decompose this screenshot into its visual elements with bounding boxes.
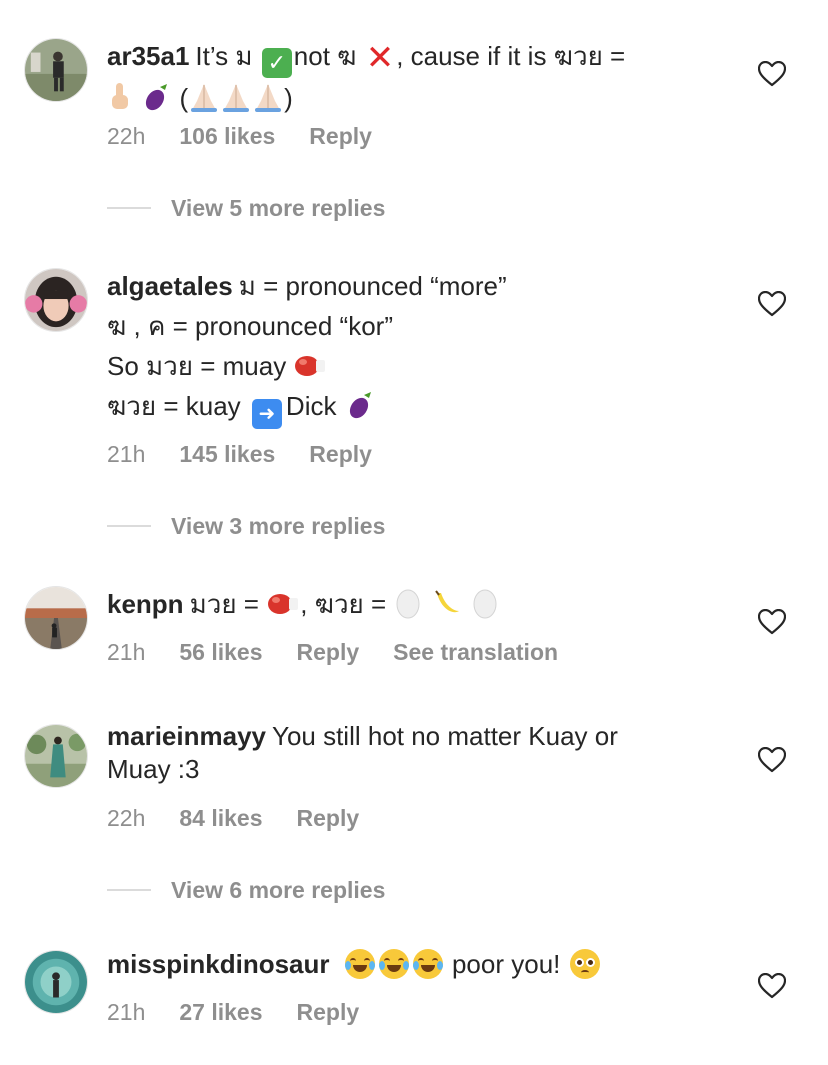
view-replies-label: View 6 more replies	[171, 876, 386, 903]
avatar[interactable]	[24, 38, 88, 102]
view-more-replies-button[interactable]: View 6 more replies	[107, 874, 385, 906]
comment-username[interactable]: marieinmayy	[107, 721, 266, 751]
reply-button[interactable]: Reply	[309, 441, 372, 468]
eggplant-icon	[146, 84, 168, 111]
comment-meta: 21h 145 likes Reply	[107, 438, 406, 470]
comment-timestamp: 21h	[107, 440, 146, 467]
praying-hands-icon	[255, 84, 282, 112]
index-finger-icon	[112, 83, 128, 109]
comment-timestamp: 22h	[107, 122, 146, 149]
like-heart-icon[interactable]	[758, 61, 786, 87]
egg-icon	[473, 589, 497, 619]
likes-count[interactable]: 106 likes	[179, 123, 275, 150]
comment-text-part: มวย =	[189, 589, 259, 619]
likes-count[interactable]: 145 likes	[179, 441, 275, 468]
see-translation-button[interactable]: See translation	[393, 639, 558, 666]
comment-text-part: (	[179, 83, 189, 113]
like-heart-icon[interactable]	[758, 973, 786, 999]
comment-meta: 22h 84 likes Reply	[107, 802, 393, 834]
likes-count[interactable]: 84 likes	[179, 805, 262, 832]
like-heart-icon[interactable]	[758, 291, 786, 317]
person-outdoor-avatar-icon	[25, 39, 87, 101]
comment-timestamp: 21h	[107, 998, 146, 1025]
comment-text: marieinmayy You still hot no matter Kuay …	[107, 719, 727, 785]
like-heart-icon[interactable]	[758, 609, 786, 635]
teal-circle-avatar-icon	[25, 951, 87, 1013]
comment-text-part: not ฆ	[293, 41, 357, 71]
banana-icon	[434, 590, 459, 613]
reply-button[interactable]: Reply	[309, 123, 372, 150]
reply-button[interactable]: Reply	[297, 999, 360, 1026]
replies-divider	[107, 525, 151, 527]
praying-hands-icon	[191, 84, 218, 112]
check-mark-icon: ✓	[261, 48, 292, 78]
comment-text-part: Dick	[285, 391, 337, 421]
comment-username[interactable]: algaetales	[107, 271, 233, 301]
comment-meta: 21h 27 likes Reply	[107, 996, 393, 1028]
comment-text-part: ฆวย = kuay	[107, 391, 241, 421]
likes-count[interactable]: 27 likes	[179, 999, 262, 1026]
comment-username[interactable]: misspinkdinosaur	[107, 949, 330, 979]
comment-username[interactable]: kenpn	[107, 589, 184, 619]
comment-text: algaetales ม = pronounced “more” ฆ , ค = …	[107, 266, 727, 429]
comment-timestamp: 21h	[107, 638, 146, 665]
woman-garden-avatar-icon	[25, 725, 87, 787]
comment-text-part: It’s ม	[195, 41, 253, 71]
reply-button[interactable]: Reply	[297, 805, 360, 832]
comment-text: misspinkdinosaur poor you!	[107, 944, 727, 984]
tears-of-joy-icon	[344, 949, 375, 979]
view-more-replies-button[interactable]: View 5 more replies	[107, 192, 385, 224]
comment-text: kenpn มวย = , ฆวย =	[107, 584, 727, 624]
comment-text-part: ฆ , ค = pronounced “kor”	[107, 311, 393, 341]
view-replies-label: View 3 more replies	[171, 512, 386, 539]
boxing-glove-icon	[268, 594, 299, 614]
comment-text-part: ม = pronounced “more”	[238, 271, 507, 301]
like-heart-icon[interactable]	[758, 747, 786, 773]
comment-text-part: Muay :3	[107, 754, 200, 784]
right-arrow-icon: ➜	[251, 399, 282, 429]
eggplant-icon	[349, 392, 371, 419]
tears-of-joy-icon	[412, 949, 443, 979]
comment-text-part: , ฆวย =	[300, 589, 387, 619]
boxing-glove-icon	[295, 356, 326, 376]
avatar[interactable]	[24, 268, 88, 332]
comment-text-part: You still hot no matter Kuay or	[271, 721, 618, 751]
avatar[interactable]	[24, 586, 88, 650]
girl-pink-earmuffs-avatar-icon	[25, 269, 87, 331]
egg-icon	[396, 589, 420, 619]
view-replies-label: View 5 more replies	[171, 194, 386, 221]
pleading-face-icon	[569, 949, 600, 979]
comment-username[interactable]: ar35a1	[107, 41, 189, 71]
replies-divider	[107, 207, 151, 209]
replies-divider	[107, 889, 151, 891]
comment-timestamp: 22h	[107, 804, 146, 831]
comment-text-part: poor you!	[451, 949, 561, 979]
reply-button[interactable]: Reply	[297, 639, 360, 666]
comment-text-part: So มวย = muay	[107, 351, 287, 381]
likes-count[interactable]: 56 likes	[179, 639, 262, 666]
comment-text: ar35a1 It’s ม ✓ not ฆ ✕, cause if it is ฆว…	[107, 36, 727, 118]
cross-mark-icon: ✕	[365, 39, 395, 77]
road-landscape-avatar-icon	[25, 587, 87, 649]
view-more-replies-button[interactable]: View 3 more replies	[107, 510, 385, 542]
comment-text-part: )	[284, 83, 293, 113]
praying-hands-icon	[223, 84, 250, 112]
comment-meta: 21h 56 likes Reply See translation	[107, 636, 592, 668]
avatar[interactable]	[24, 950, 88, 1014]
tears-of-joy-icon	[378, 949, 409, 979]
comment-text-part: , cause if it is ฆวย =	[396, 41, 626, 71]
avatar[interactable]	[24, 724, 88, 788]
comment-meta: 22h 106 likes Reply	[107, 120, 406, 152]
